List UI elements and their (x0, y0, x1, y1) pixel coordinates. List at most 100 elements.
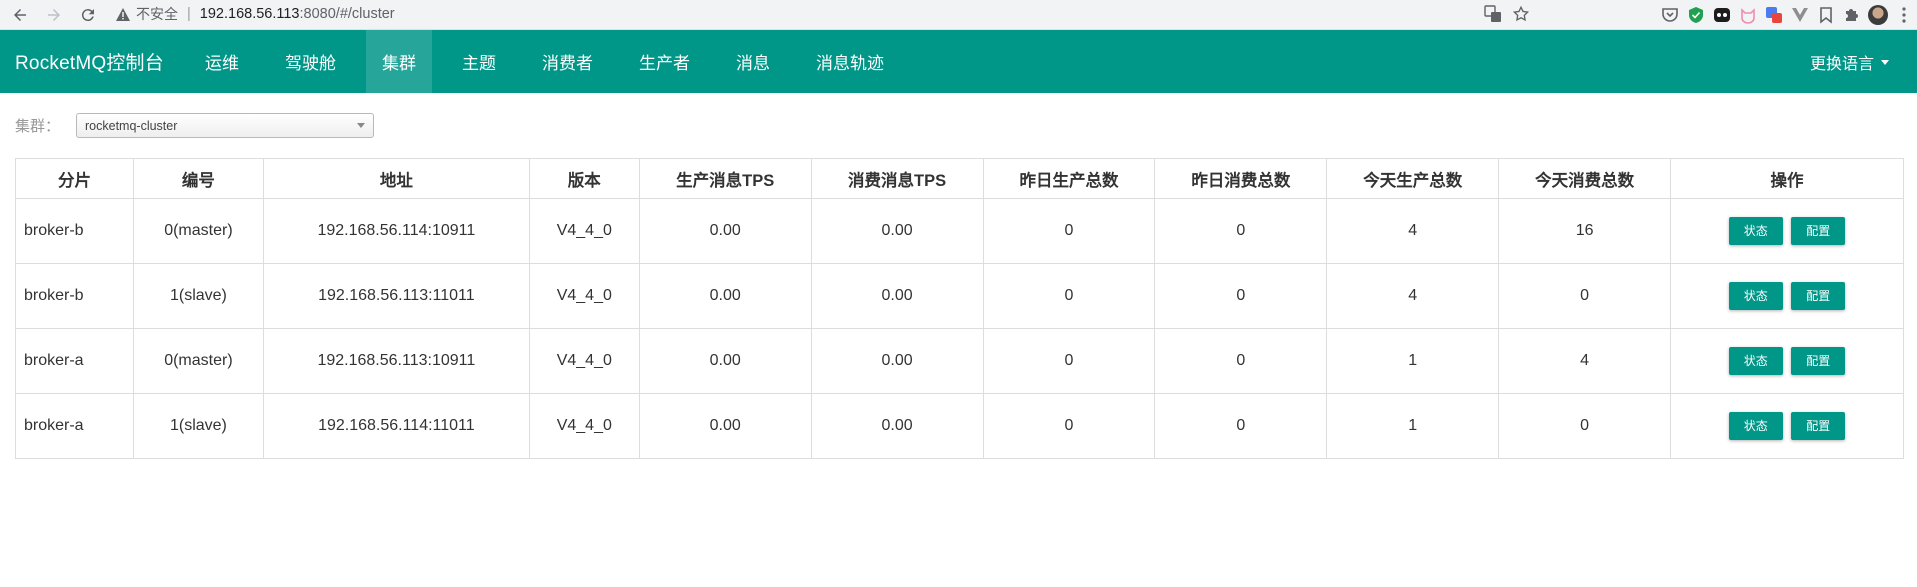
language-label: 更换语言 (1809, 55, 1874, 73)
cluster-select-value: rocketmq-cluster (85, 118, 178, 133)
url-path: :8080/#/cluster (299, 6, 395, 22)
cell-address: 192.168.56.114:11011 (262, 393, 530, 459)
status-button[interactable]: 状态 (1728, 347, 1783, 375)
warning-icon (116, 7, 130, 21)
cat-extension-icon[interactable] (1735, 2, 1761, 28)
back-button[interactable] (6, 3, 34, 27)
nav-consumer-label: 消费者 (541, 54, 593, 73)
profile-avatar[interactable] (1865, 2, 1891, 28)
header-today-produced: 今天生产总数 (1326, 158, 1500, 199)
nav-ops-label: 运维 (204, 54, 239, 73)
nav-topic-label: 主题 (461, 54, 496, 73)
nav-topic[interactable]: 主题 (446, 30, 512, 93)
cell-yesterday-produced: 0 (982, 393, 1156, 459)
nav-ops[interactable]: 运维 (189, 30, 255, 93)
table-row: broker-b 0(master) 192.168.56.114:10911 … (15, 198, 1904, 264)
config-button[interactable]: 配置 (1791, 217, 1846, 245)
cell-today-consumed: 0 (1498, 263, 1672, 329)
status-button[interactable]: 状态 (1728, 217, 1783, 245)
header-version: 版本 (528, 158, 640, 199)
translate-icon[interactable] (1484, 5, 1502, 27)
cell-consume-tps: 0.00 (810, 328, 984, 394)
language-dropdown[interactable]: 更换语言 (1810, 30, 1889, 93)
header-today-consumed: 今天消费总数 (1498, 158, 1672, 199)
nav-cluster-label: 集群 (381, 54, 416, 73)
cell-produce-tps: 0.00 (638, 198, 812, 264)
table-row: broker-a 1(slave) 192.168.56.114:11011 V… (15, 393, 1904, 459)
table-header-row: 分片 编号 地址 版本 生产消息TPS 消费消息TPS 昨日生产总数 昨日消费总… (15, 158, 1904, 199)
cell-id: 1(slave) (132, 393, 264, 459)
cell-address: 192.168.56.113:10911 (262, 328, 530, 394)
cell-address: 192.168.56.113:11011 (262, 263, 530, 329)
pocket-icon[interactable] (1657, 2, 1683, 28)
nav-message-trace-label: 消息轨迹 (815, 54, 884, 73)
cell-yesterday-consumed: 0 (1154, 263, 1328, 329)
cell-yesterday-consumed: 0 (1154, 393, 1328, 459)
cell-actions: 状态 配置 (1670, 393, 1904, 459)
cell-today-produced: 4 (1326, 263, 1500, 329)
config-button[interactable]: 配置 (1791, 347, 1846, 375)
nav-consumer[interactable]: 消费者 (526, 30, 609, 93)
bookmark-star-icon[interactable] (1512, 5, 1530, 27)
caret-down-icon (1881, 60, 1889, 65)
cluster-select-label: 集群： (15, 118, 61, 135)
cell-yesterday-consumed: 0 (1154, 328, 1328, 394)
not-secure-label[interactable]: 不安全 (136, 4, 178, 24)
cell-address: 192.168.56.114:10911 (262, 198, 530, 264)
cell-yesterday-produced: 0 (982, 263, 1156, 329)
cell-shard: broker-b (15, 198, 134, 264)
cluster-selector: 集群： rocketmq-cluster (15, 113, 374, 138)
cell-consume-tps: 0.00 (810, 263, 984, 329)
address-bar[interactable]: 不安全 | 192.168.56.113:8080/#/cluster (108, 1, 1538, 27)
status-button[interactable]: 状态 (1728, 282, 1783, 310)
reload-icon (81, 8, 94, 21)
nav-dashboard[interactable]: 驾驶舱 (269, 30, 352, 93)
cell-id: 1(slave) (132, 263, 264, 329)
table-row: broker-a 0(master) 192.168.56.113:10911 … (15, 328, 1904, 394)
browser-toolbar: 不安全 | 192.168.56.113:8080/#/cluster (0, 0, 1917, 30)
face-extension-icon[interactable] (1709, 2, 1735, 28)
cell-shard: broker-a (15, 328, 134, 394)
puzzle-extensions-icon[interactable] (1839, 2, 1865, 28)
cell-consume-tps: 0.00 (810, 198, 984, 264)
more-menu-icon[interactable] (1891, 2, 1917, 28)
cell-today-produced: 1 (1326, 328, 1500, 394)
nav-message-trace[interactable]: 消息轨迹 (800, 30, 900, 93)
cell-today-produced: 1 (1326, 393, 1500, 459)
header-yesterday-produced: 昨日生产总数 (982, 158, 1156, 199)
cell-shard: broker-b (15, 263, 134, 329)
nav-message[interactable]: 消息 (720, 30, 786, 93)
cluster-select[interactable]: rocketmq-cluster (76, 113, 374, 138)
cell-produce-tps: 0.00 (638, 393, 812, 459)
header-consume-tps: 消费消息TPS (810, 158, 984, 199)
nav-producer[interactable]: 生产者 (623, 30, 706, 93)
forward-button[interactable] (40, 3, 68, 27)
vue-devtools-icon[interactable] (1787, 2, 1813, 28)
reload-button[interactable] (74, 3, 102, 27)
cell-id: 0(master) (132, 198, 264, 264)
header-id: 编号 (132, 158, 264, 199)
cell-consume-tps: 0.00 (810, 393, 984, 459)
shield-check-icon[interactable] (1683, 2, 1709, 28)
translate-extension-icon[interactable] (1761, 2, 1787, 28)
cell-actions: 状态 配置 (1670, 328, 1904, 394)
app-brand[interactable]: RocketMQ控制台 (15, 48, 164, 75)
header-produce-tps: 生产消息TPS (638, 158, 812, 199)
nav-cluster[interactable]: 集群 (365, 30, 432, 93)
url-host: 192.168.56.113 (199, 6, 300, 22)
cell-yesterday-produced: 0 (982, 328, 1156, 394)
cell-today-produced: 4 (1326, 198, 1500, 264)
table-row: broker-b 1(slave) 192.168.56.113:11011 V… (15, 263, 1904, 329)
avatar (1868, 5, 1888, 25)
cell-today-consumed: 16 (1498, 198, 1672, 264)
config-button[interactable]: 配置 (1791, 412, 1846, 440)
bookmark-icon[interactable] (1813, 2, 1839, 28)
arrow-left-icon (14, 8, 26, 21)
cell-produce-tps: 0.00 (638, 328, 812, 394)
config-button[interactable]: 配置 (1791, 282, 1846, 310)
arrow-right-icon (48, 8, 60, 21)
status-button[interactable]: 状态 (1728, 412, 1783, 440)
cell-shard: broker-a (15, 393, 134, 459)
header-shard: 分片 (15, 158, 134, 199)
cell-version: V4_4_0 (528, 198, 640, 264)
